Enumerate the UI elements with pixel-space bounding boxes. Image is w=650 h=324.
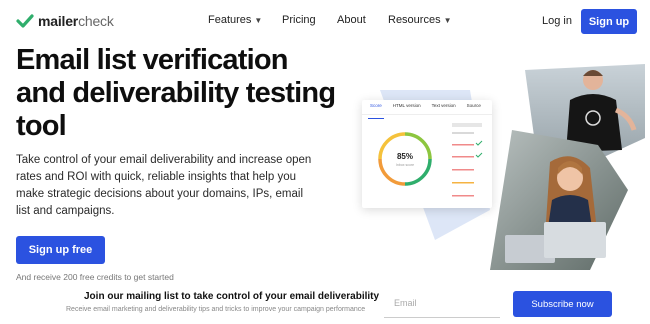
- nav-features[interactable]: Features ▼: [208, 14, 262, 26]
- mailing-list-subtitle: Receive email marketing and deliverabili…: [66, 306, 366, 313]
- nav-features-label: Features: [208, 14, 252, 26]
- subscribe-button[interactable]: Subscribe now: [513, 291, 612, 317]
- hero-description: Take control of your email deliverabilit…: [16, 154, 312, 217]
- chevron-down-icon: ▼: [254, 15, 263, 25]
- email-field-wrapper: [384, 291, 506, 318]
- score-label: Inbox score: [395, 163, 415, 167]
- nav-resources[interactable]: Resources ▼: [388, 14, 452, 26]
- nav-resources-label: Resources: [388, 14, 441, 26]
- email-field[interactable]: [392, 297, 506, 309]
- nav-about-label: About: [337, 14, 366, 26]
- score-value: 85%: [396, 152, 413, 161]
- nav-pricing[interactable]: Pricing: [282, 14, 316, 26]
- top-nav: mailercheck Features ▼ Pricing About Res…: [0, 0, 650, 42]
- mailing-list-title: Join our mailing list to take control of…: [84, 291, 380, 302]
- logo[interactable]: mailercheck: [16, 12, 114, 30]
- hero-title: Email list verification and deliverabili…: [16, 44, 336, 142]
- score-card: Score HTML version Text version Source 8…: [362, 100, 492, 208]
- result-lines: [452, 123, 483, 197]
- nav-pricing-label: Pricing: [282, 14, 316, 26]
- login-link[interactable]: Log in: [542, 15, 572, 27]
- logo-text: mailercheck: [38, 13, 114, 29]
- signup-button[interactable]: Sign up: [581, 9, 637, 34]
- checkmark-logo-icon: [16, 14, 34, 28]
- chevron-down-icon: ▼: [443, 15, 452, 25]
- free-credits-note: And receive 200 free credits to get star…: [16, 272, 174, 282]
- nav-about[interactable]: About: [337, 14, 366, 26]
- signup-free-button[interactable]: Sign up free: [16, 236, 105, 264]
